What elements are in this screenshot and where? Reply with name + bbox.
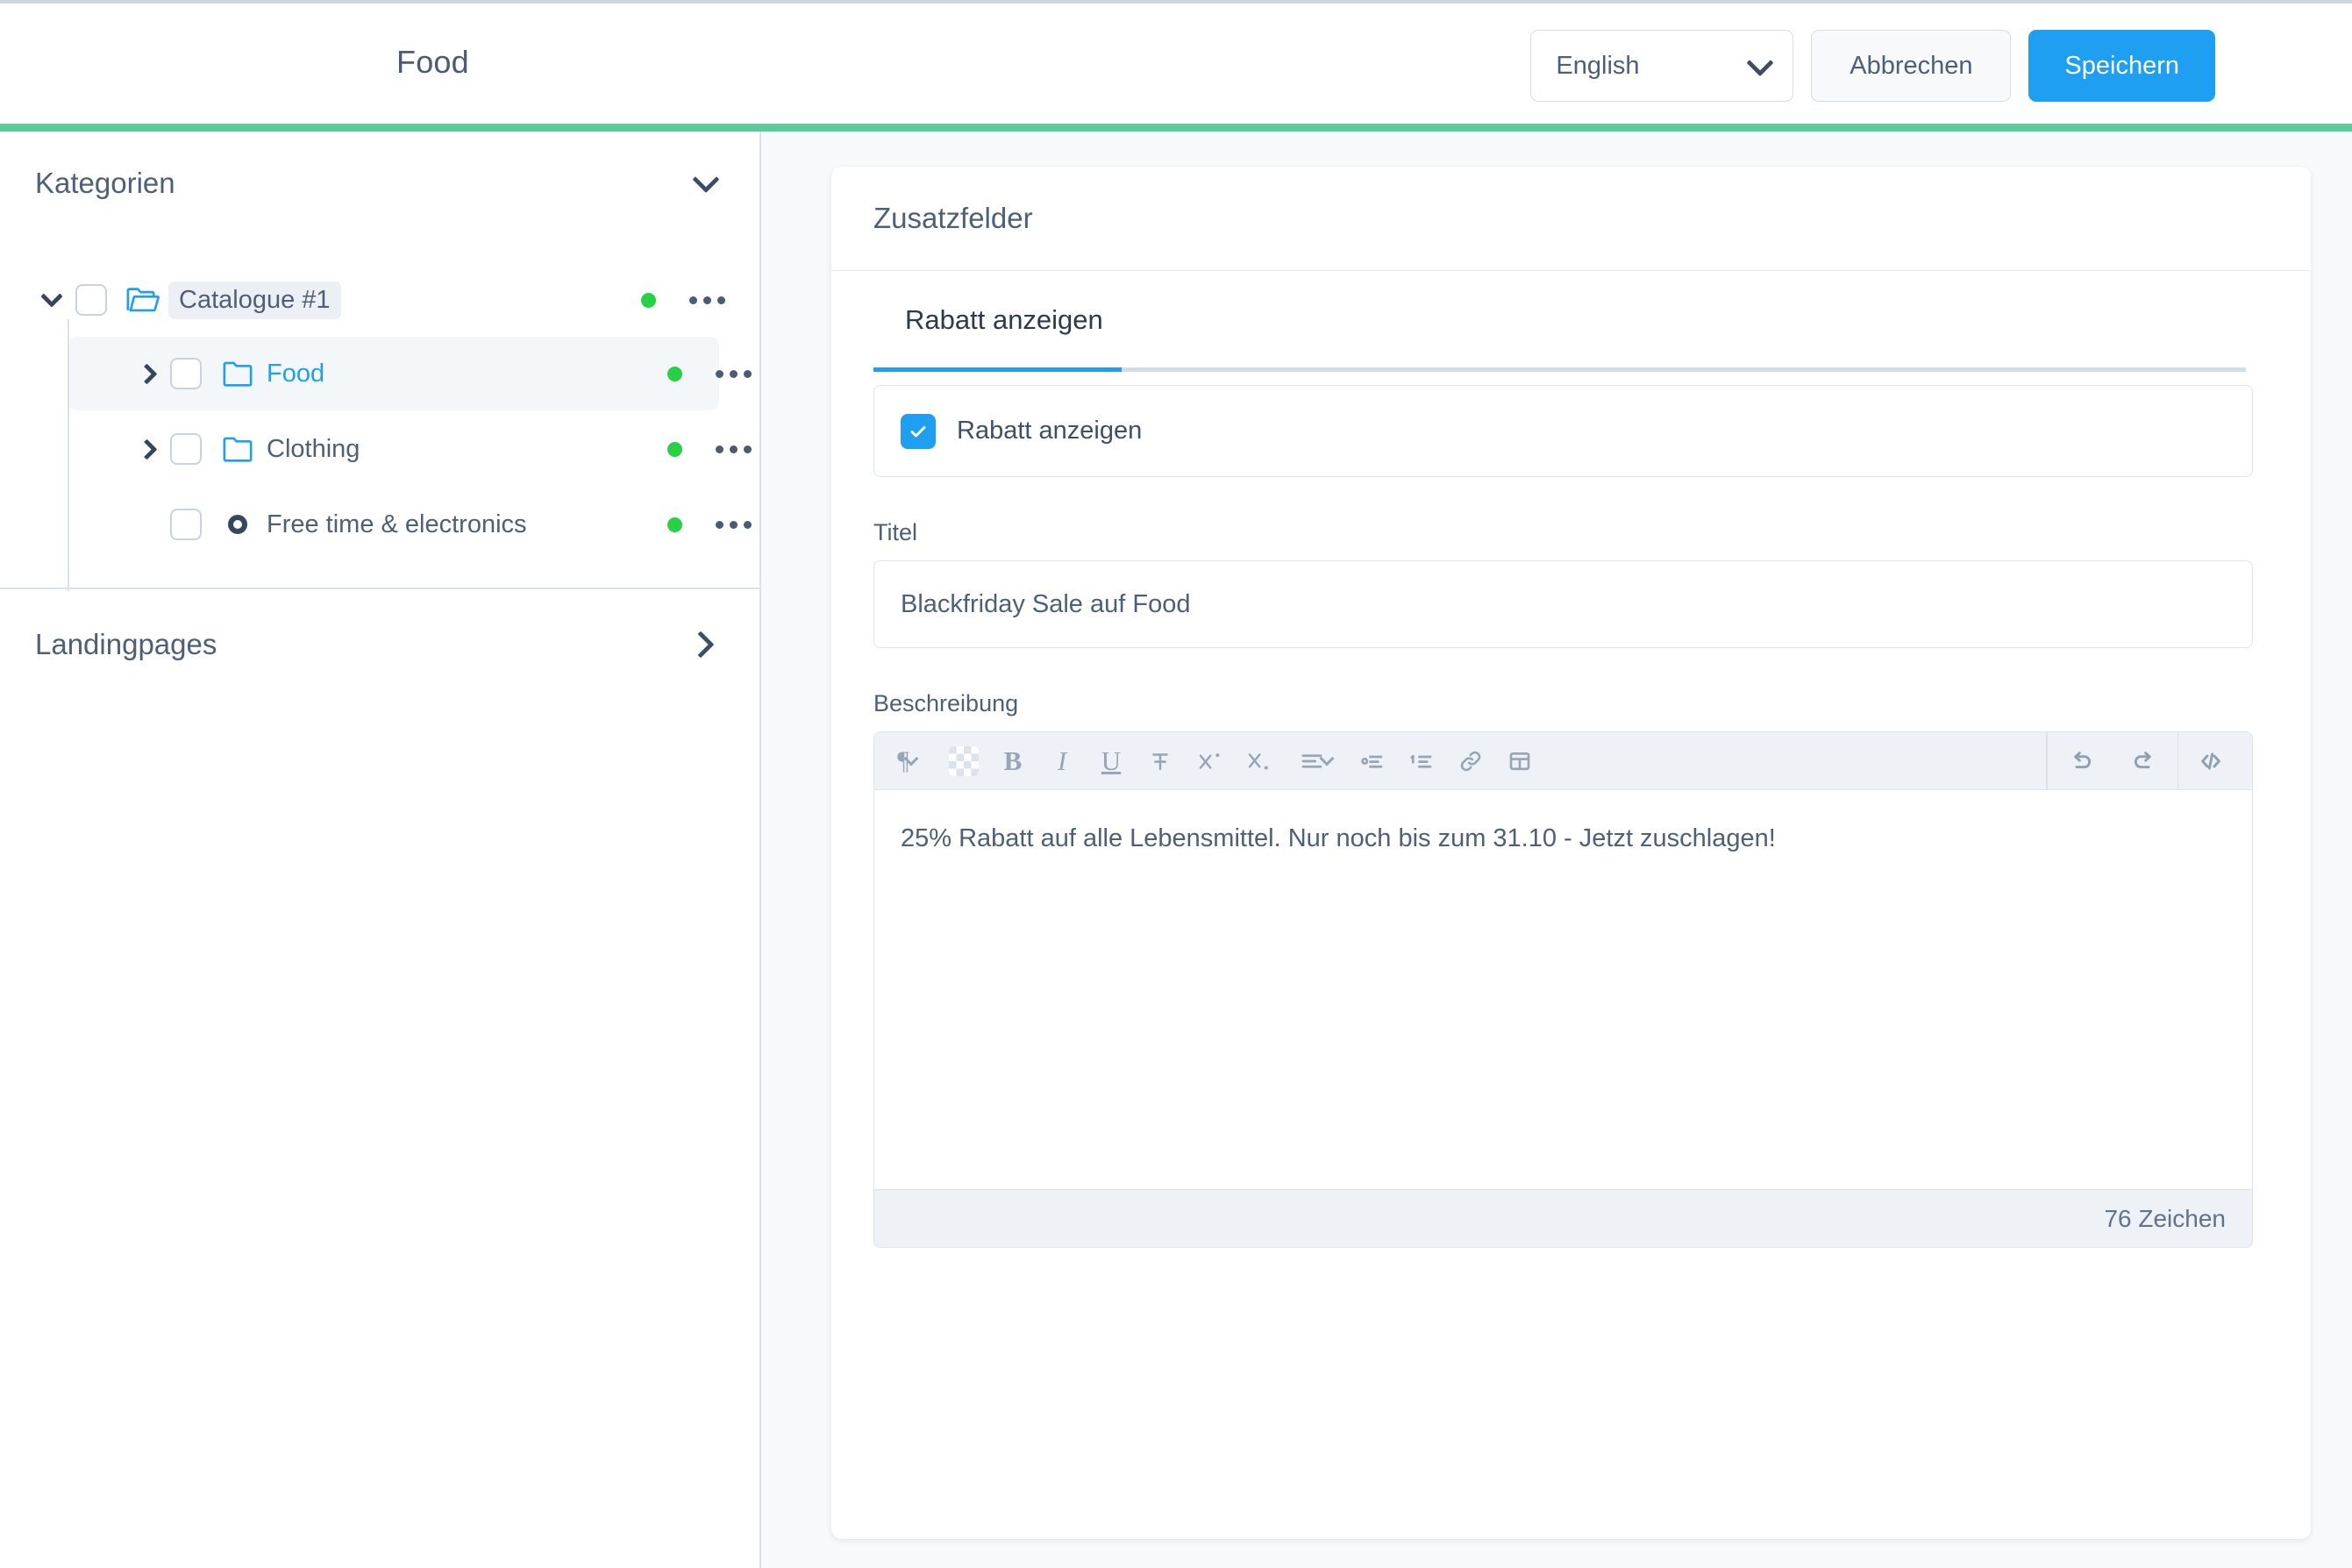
bold-icon[interactable]: B <box>988 732 1037 790</box>
rabatt-anzeigen-checkbox-label: Rabatt anzeigen <box>957 417 1143 445</box>
language-select[interactable]: English <box>1530 30 1794 102</box>
code-view-icon[interactable] <box>2178 732 2243 790</box>
titel-label: Titel <box>873 519 918 545</box>
beschreibung-rich-text-editor: ¶ B I U 25% Rabatt auf alle Lebensmittel… <box>873 731 2253 1248</box>
table-icon[interactable] <box>1495 732 1544 790</box>
undo-icon[interactable] <box>2048 732 2113 790</box>
editor-toolbar-left-group: ¶ B I U <box>874 732 1544 790</box>
chevron-down-icon[interactable] <box>32 280 72 320</box>
app-header: Food English Abbrechen Speichern <box>0 4 2352 124</box>
rabatt-anzeigen-checkbox-panel[interactable]: Rabatt anzeigen <box>873 385 2253 477</box>
bulleted-list-icon[interactable] <box>1348 732 1397 790</box>
chevron-right-icon[interactable] <box>126 353 167 394</box>
sidebar-section-landingpages: Landingpages <box>0 589 761 700</box>
sidebar-section-title: Landingpages <box>35 628 217 660</box>
underline-icon[interactable]: U <box>1087 732 1136 790</box>
main-content-area: Zusatzfelder Rabatt anzeigen Rabatt anze… <box>761 132 2352 1568</box>
sidebar-section-title: Kategorien <box>35 167 175 199</box>
titel-input[interactable]: Blackfriday Sale auf Food <box>873 560 2253 648</box>
body-wrapper: Kategorien Catalogue #1 Food Clothing Fr… <box>0 132 2352 1568</box>
circle-ring-icon <box>216 504 260 545</box>
italic-icon[interactable]: I <box>1037 732 1087 790</box>
tab-underline-active <box>873 367 1122 372</box>
tree-item-label: Clothing <box>267 434 360 463</box>
zusatzfelder-card: Zusatzfelder Rabatt anzeigen Rabatt anze… <box>831 167 2311 1539</box>
accent-bar <box>0 124 2352 132</box>
chevron-down-icon <box>1746 49 1774 77</box>
tree-item-label: Free time & electronics <box>267 510 527 538</box>
tree-item-checkbox[interactable] <box>170 509 202 540</box>
text-color-icon[interactable] <box>939 732 988 790</box>
tree-guide-line <box>68 319 69 591</box>
chevron-down-icon <box>692 166 720 194</box>
beschreibung-label: Beschreibung <box>873 690 1019 716</box>
tree-item-label: Food <box>267 359 325 388</box>
card-body: Rabatt anzeigen Rabatt anzeigen Titel Bl… <box>831 271 2311 1248</box>
tree-item-checkbox[interactable] <box>170 433 202 465</box>
kebab-menu-icon[interactable] <box>679 272 735 328</box>
character-counter: 76 Zeichen <box>874 1189 2252 1247</box>
tab-rabatt-anzeigen[interactable]: Rabatt anzeigen <box>905 304 1103 336</box>
sidebar: Kategorien Catalogue #1 Food Clothing Fr… <box>0 132 761 1568</box>
paragraph-format-icon[interactable]: ¶ <box>874 732 939 790</box>
tree-item-checkbox[interactable] <box>75 284 107 316</box>
tree-item-free-time-electronics[interactable]: Free time & electronics <box>68 488 752 561</box>
redo-icon[interactable] <box>2113 732 2177 790</box>
category-tree: Catalogue #1 Food Clothing Free time & e… <box>0 235 761 591</box>
header-actions: English Abbrechen Speichern <box>1530 30 2215 102</box>
link-icon[interactable] <box>1446 732 1495 790</box>
kebab-menu-icon[interactable] <box>705 346 761 402</box>
card-header: Zusatzfelder <box>831 167 2311 271</box>
align-icon[interactable] <box>1283 732 1348 790</box>
editor-toolbar-history-group <box>2048 732 2177 790</box>
chevron-right-icon <box>687 631 715 659</box>
kebab-menu-icon[interactable] <box>705 496 761 552</box>
tree-item-expander-placeholder <box>126 504 167 545</box>
editor-toolbar: ¶ B I U <box>874 732 2252 790</box>
page-title: Food <box>396 44 469 80</box>
numbered-list-icon[interactable] <box>1397 732 1446 790</box>
kebab-menu-icon[interactable] <box>705 421 761 477</box>
status-dot-icon <box>641 292 656 308</box>
tree-item-label: Catalogue #1 <box>168 281 341 319</box>
superscript-icon[interactable] <box>1185 732 1234 790</box>
language-select-value: English <box>1556 51 1640 80</box>
tree-item-catalogue-1[interactable]: Catalogue #1 <box>0 263 761 337</box>
cancel-button[interactable]: Abbrechen <box>1811 30 2012 102</box>
sidebar-section-header-kategorien[interactable]: Kategorien <box>0 132 761 235</box>
card-title: Zusatzfelder <box>873 202 1033 234</box>
beschreibung-editor-content[interactable]: 25% Rabatt auf alle Lebensmittel. Nur no… <box>874 790 2252 1189</box>
subscript-icon[interactable] <box>1234 732 1283 790</box>
status-dot-icon <box>667 517 682 532</box>
chevron-right-icon[interactable] <box>126 429 167 469</box>
tree-item-clothing[interactable]: Clothing <box>68 412 752 486</box>
tree-item-actions <box>641 263 761 337</box>
save-button[interactable]: Speichern <box>2028 30 2215 102</box>
sidebar-section-header-landingpages[interactable]: Landingpages <box>0 589 761 700</box>
strikethrough-icon[interactable] <box>1136 732 1185 790</box>
folder-icon <box>216 429 260 469</box>
rabatt-anzeigen-checkbox[interactable] <box>901 413 936 449</box>
tree-item-food[interactable]: Food <box>68 337 752 410</box>
tree-item-checkbox[interactable] <box>170 358 202 389</box>
folder-open-icon <box>121 280 165 320</box>
folder-icon <box>216 353 260 394</box>
tab-bar: Rabatt anzeigen <box>873 271 2269 385</box>
status-dot-icon <box>667 441 682 457</box>
status-dot-icon <box>667 366 682 381</box>
sidebar-section-kategorien: Kategorien Catalogue #1 Food Clothing Fr… <box>0 132 761 591</box>
